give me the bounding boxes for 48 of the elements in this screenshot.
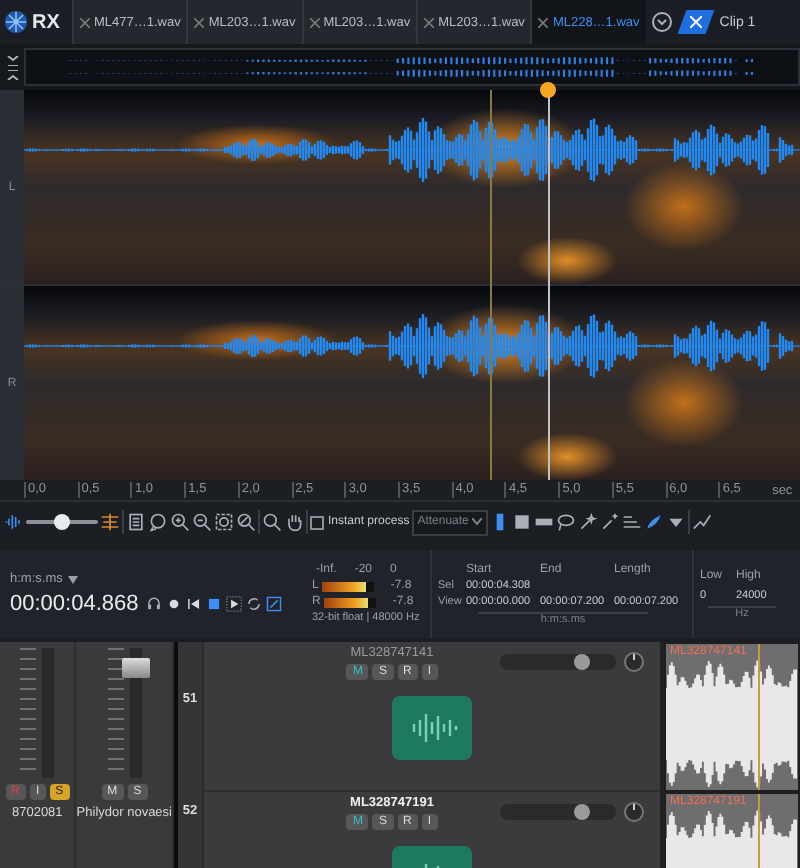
close-icon[interactable] (538, 17, 549, 27)
audio-region-icon[interactable] (392, 696, 472, 760)
volume-slider[interactable] (500, 804, 616, 820)
lasso-icon[interactable] (556, 512, 577, 532)
logo-icon (4, 10, 28, 34)
speech-bubble-icon[interactable] (148, 512, 168, 532)
search-icon[interactable] (262, 512, 282, 532)
playback-region-icon[interactable] (266, 596, 283, 612)
rectangle-selection-icon[interactable] (512, 512, 533, 532)
waveform-drawing (666, 660, 798, 788)
close-icon[interactable] (424, 17, 435, 27)
magic-wand-icon[interactable] (578, 512, 599, 532)
waveform-icon[interactable] (4, 512, 24, 532)
play-icon[interactable] (226, 596, 243, 612)
caret-icon[interactable] (68, 575, 79, 583)
record-icon[interactable] (166, 596, 183, 612)
headphones-icon[interactable] (146, 596, 163, 612)
curve-icon[interactable] (692, 512, 713, 532)
skip-back-icon[interactable] (186, 596, 203, 612)
zoom-fit-icon[interactable] (214, 512, 234, 532)
zoom-out-icon[interactable] (192, 512, 212, 532)
zoom-slider[interactable] (26, 514, 98, 530)
hand-icon[interactable] (284, 512, 304, 532)
collapse-icon[interactable] (5, 55, 19, 65)
loop-icon[interactable] (246, 596, 263, 612)
spectrum-icon[interactable] (100, 512, 120, 532)
zoom-in-icon[interactable] (170, 512, 190, 532)
volume-slider[interactable] (500, 654, 616, 670)
close-icon[interactable] (309, 17, 320, 27)
pan-knob[interactable] (624, 652, 644, 672)
zoom-reset-icon[interactable] (236, 512, 256, 532)
time-display: 00:00:04.868 (10, 592, 139, 616)
close-button[interactable] (677, 10, 714, 34)
fader-handle[interactable] (121, 657, 150, 678)
level-meter (324, 597, 377, 607)
wand-icon[interactable] (600, 512, 621, 532)
caret-icon[interactable] (472, 518, 483, 526)
brush-icon[interactable] (644, 512, 665, 532)
level-meter (322, 581, 375, 591)
stop-icon[interactable] (206, 596, 223, 612)
expand-icon[interactable] (5, 69, 19, 79)
close-icon[interactable] (80, 17, 90, 27)
chevron-down-icon[interactable] (651, 12, 672, 32)
document-icon[interactable] (126, 512, 146, 532)
logo-text: RX (32, 11, 60, 33)
pan-knob[interactable] (624, 802, 644, 822)
bars-icon[interactable] (622, 512, 643, 532)
close-icon[interactable] (194, 17, 205, 27)
